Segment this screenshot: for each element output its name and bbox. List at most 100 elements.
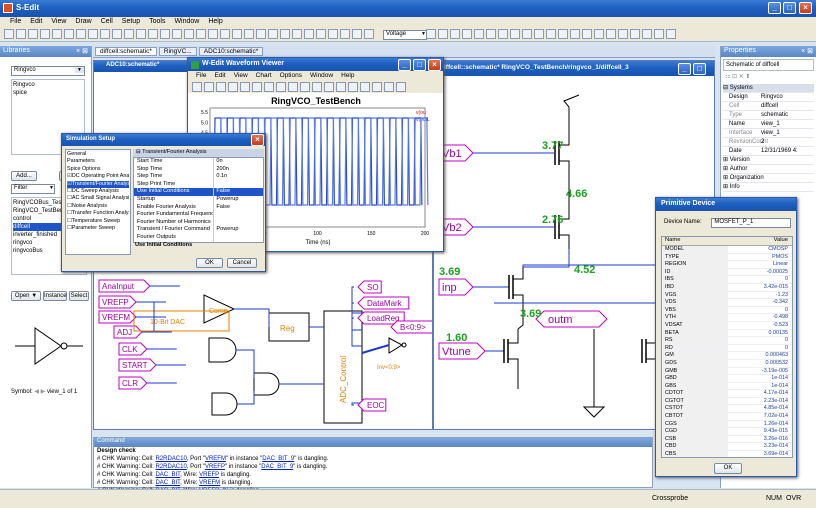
toolbar-button-icon[interactable] — [4, 29, 14, 39]
command-link[interactable]: VREFM — [199, 480, 220, 486]
command-link[interactable]: VREFP — [205, 464, 225, 470]
diff-minimize-button[interactable]: _ — [678, 63, 691, 75]
toolbar-button-icon[interactable] — [510, 29, 520, 39]
sim-cancel-button[interactable]: Cancel — [227, 258, 257, 268]
param-row[interactable]: Start Time 0n — [134, 158, 263, 166]
command-link[interactable]: R2RDAC10 — [155, 464, 186, 470]
waveform-menu-options[interactable]: Options — [280, 72, 302, 79]
menu-help[interactable]: Help — [208, 18, 222, 25]
library-select[interactable]: Ringvco ▼ — [11, 66, 85, 76]
toolbar-button-icon[interactable] — [172, 29, 182, 39]
toolbar-button-icon[interactable] — [52, 29, 62, 39]
device-name-field[interactable]: MOSFET_P_1 — [711, 218, 792, 228]
param-row[interactable]: Fourier Number of Harmonics — [134, 218, 263, 227]
toolbar-button-icon[interactable] — [642, 29, 652, 39]
toolbar-button-icon[interactable] — [546, 29, 556, 39]
toolbar-button-icon[interactable] — [534, 29, 544, 39]
doc-tab[interactable]: RingVC... — [158, 47, 197, 56]
analysis-item[interactable]: ☐Transfer Function Analysis — [67, 210, 129, 217]
waveform-close-button[interactable]: × — [428, 59, 441, 71]
toolbar-button-icon[interactable] — [438, 29, 448, 39]
property-group[interactable]: ⊞ Info — [723, 183, 814, 192]
filter-select[interactable]: Filter ▼ — [11, 184, 55, 194]
toolbar-button-icon[interactable] — [618, 29, 628, 39]
property-group[interactable]: ⊞ Organization — [723, 174, 814, 183]
toolbar-button-icon[interactable] — [232, 29, 242, 39]
diff-maximize-button[interactable]: □ — [693, 63, 706, 75]
analysis-item[interactable]: ☐Temperature Sweep — [67, 218, 129, 225]
toolbar-button-icon[interactable] — [16, 29, 26, 39]
select-button[interactable]: Select — [68, 291, 89, 301]
param-row[interactable]: Step Time 0.1n — [134, 173, 263, 181]
analysis-item[interactable]: Spice Options — [67, 166, 129, 173]
toolbar-button-icon[interactable] — [256, 29, 266, 39]
close-icon[interactable]: × ⊠ — [801, 47, 813, 55]
param-row[interactable]: Enable Fourier Analysis False — [134, 203, 263, 212]
command-link[interactable]: DAC_BIT — [155, 480, 180, 486]
command-link[interactable]: DAC_BIT — [155, 472, 180, 478]
analysis-item[interactable]: General — [67, 151, 129, 158]
toolbar-button-icon[interactable] — [486, 29, 496, 39]
waveform-menu-chart[interactable]: Chart — [256, 72, 272, 79]
doc-tab[interactable]: ADC10:schematic* — [198, 47, 264, 56]
symbol-nav[interactable]: ◀ ▶ — [34, 389, 45, 395]
toolbar-button-icon[interactable] — [40, 29, 50, 39]
toolbar-button-icon[interactable] — [606, 29, 616, 39]
analysis-item[interactable]: Parameters — [67, 158, 129, 165]
sim-setup-close-button[interactable]: × — [251, 134, 264, 146]
param-row[interactable]: Fourier Fundamental Frequency — [134, 211, 263, 219]
toolbar-button-icon[interactable] — [292, 29, 302, 39]
property-row[interactable]: Interface view_1 — [723, 129, 814, 138]
toolbar-button-icon[interactable] — [316, 29, 326, 39]
menu-view[interactable]: View — [51, 18, 66, 25]
toolbar-button-icon[interactable] — [426, 29, 436, 39]
menu-setup[interactable]: Setup — [122, 18, 140, 25]
analysis-item[interactable]: ☑DC Operating Point Analysis — [67, 173, 129, 180]
waveform-minimize-button[interactable]: _ — [398, 59, 411, 71]
toolbar-button-icon[interactable] — [340, 29, 350, 39]
waveform-menu-help[interactable]: Help — [341, 72, 354, 79]
menu-window[interactable]: Window — [174, 18, 199, 25]
param-row[interactable]: Fourier Outputs — [134, 233, 263, 242]
toolbar-button-icon[interactable] — [124, 29, 134, 39]
toolbar-button-icon[interactable] — [474, 29, 484, 39]
toolbar-button-icon[interactable] — [136, 29, 146, 39]
analysis-item[interactable]: ☑Transient/Fourier Analysis — [67, 180, 129, 188]
toolbar-button-icon[interactable] — [594, 29, 604, 39]
minimize-button[interactable]: _ — [768, 2, 781, 14]
library-item[interactable]: spice — [13, 89, 83, 97]
doc-tab[interactable]: diffcell:schematic* — [95, 47, 157, 56]
waveform-maximize-button[interactable]: □ — [413, 59, 426, 71]
waveform-menu-edit[interactable]: Edit — [214, 72, 225, 79]
menu-file[interactable]: File — [10, 18, 21, 25]
waveform-menu-window[interactable]: Window — [310, 72, 333, 79]
toolbar-button-icon[interactable] — [268, 29, 278, 39]
toolbar-button-icon[interactable] — [28, 29, 38, 39]
menu-cell[interactable]: Cell — [101, 18, 113, 25]
property-group[interactable]: ⊞ Version — [723, 156, 814, 165]
systems-group[interactable]: ⊟ Systems — [723, 84, 814, 93]
toolbar-button-icon[interactable] — [582, 29, 592, 39]
toolbar-button-icon[interactable] — [160, 29, 170, 39]
open-button[interactable]: Open ▼ — [11, 291, 41, 301]
param-row[interactable]: Step Print Time — [134, 180, 263, 189]
toolbar-button-icon[interactable] — [328, 29, 338, 39]
toolbar-button-icon[interactable] — [220, 29, 230, 39]
toolbar-button-icon[interactable] — [208, 29, 218, 39]
property-row[interactable]: Type schematic — [723, 111, 814, 120]
toolbar-button-icon[interactable] — [244, 29, 254, 39]
menu-edit[interactable]: Edit — [30, 18, 42, 25]
analysis-item[interactable]: ☐DC Sweep Analysis — [67, 188, 129, 195]
close-icon[interactable]: × ⊠ — [76, 47, 88, 55]
command-link[interactable]: VREFP — [199, 472, 219, 478]
analysis-item[interactable]: ☐Noise Analysis — [67, 203, 129, 210]
sim-ok-button[interactable]: OK — [196, 258, 223, 268]
analysis-item[interactable]: ☐Parameter Sweep — [67, 225, 129, 232]
toolbar-button-icon[interactable] — [88, 29, 98, 39]
toolbar-button-icon[interactable] — [630, 29, 640, 39]
toolbar-button-icon[interactable] — [450, 29, 460, 39]
toolbar-button-icon[interactable] — [112, 29, 122, 39]
toolbar-button-icon[interactable] — [654, 29, 664, 39]
add-library-button[interactable]: Add... — [11, 171, 37, 181]
waveform-menu-file[interactable]: File — [196, 72, 206, 79]
